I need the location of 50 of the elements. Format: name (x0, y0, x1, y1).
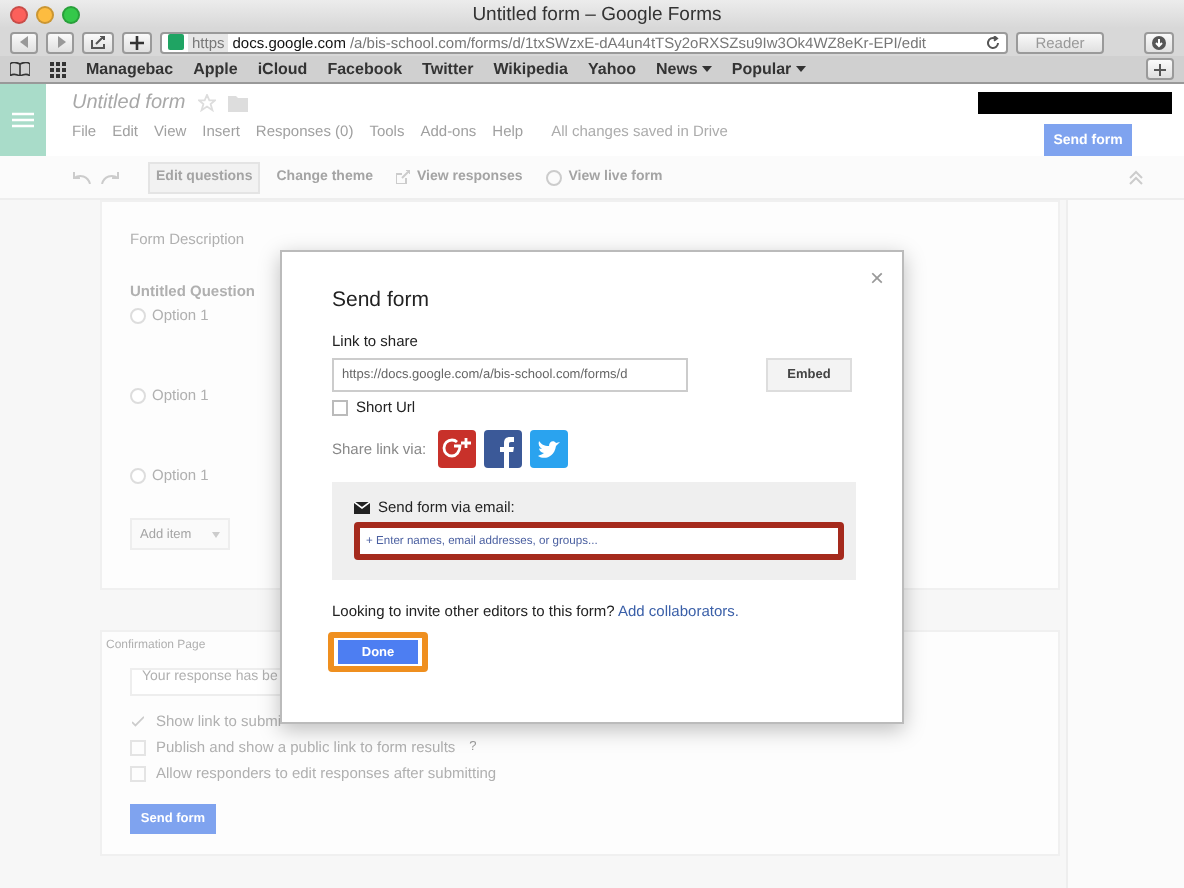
window-title: Untitled form – Google Forms (470, 3, 724, 25)
forms-favicon-icon (168, 34, 184, 50)
close-button[interactable]: × (869, 264, 884, 292)
bookmark-link[interactable]: Yahoo (587, 60, 636, 78)
download-icon (1152, 35, 1166, 49)
new-tab-button[interactable] (122, 31, 152, 53)
add-bookmark-button[interactable] (1146, 58, 1174, 80)
checkbox[interactable] (332, 399, 348, 415)
grid-icon[interactable] (50, 61, 66, 77)
google-plus-icon[interactable] (438, 430, 477, 468)
share-button[interactable] (82, 31, 114, 53)
bookmark-link[interactable]: Facebook (327, 60, 403, 78)
radio-button[interactable] (130, 307, 146, 323)
envelope-icon (354, 501, 370, 513)
minimize-window-button[interactable] (36, 5, 54, 23)
folder-icon[interactable] (227, 95, 248, 111)
bookmark-link[interactable]: Apple (193, 60, 238, 78)
menu-icon (12, 112, 34, 128)
dialog-title: Send form (332, 288, 431, 312)
collapse-icon[interactable] (1128, 169, 1144, 185)
plus-icon (130, 35, 144, 49)
facebook-icon[interactable] (484, 430, 523, 468)
bookmark-link[interactable]: Wikipedia (493, 60, 568, 78)
back-button[interactable] (10, 31, 38, 53)
export-icon (396, 170, 411, 184)
undo-icon[interactable] (72, 171, 92, 183)
caret-icon (795, 66, 806, 72)
close-window-button[interactable] (10, 5, 28, 23)
book-icon[interactable] (10, 62, 30, 76)
downloads-button[interactable] (1144, 31, 1174, 53)
caret-icon (701, 66, 712, 72)
radio-button[interactable] (130, 387, 146, 403)
radio-button[interactable] (130, 467, 146, 483)
form-title[interactable]: Untitled form (72, 92, 186, 114)
back-arrow-icon (19, 36, 29, 48)
caret-icon (212, 531, 220, 537)
plus-icon (1154, 63, 1166, 75)
bookmark-link[interactable]: Managebac (86, 60, 174, 78)
forward-arrow-icon (55, 36, 65, 48)
bookmark-link[interactable]: Twitter (422, 60, 474, 78)
checkmark-icon (132, 715, 144, 728)
zoom-window-button[interactable] (62, 5, 80, 23)
checkbox[interactable] (130, 713, 146, 730)
share-icon (90, 35, 106, 49)
reload-icon[interactable] (986, 35, 1000, 49)
bookmark-link[interactable]: iCloud (257, 60, 308, 78)
bookmark-link[interactable]: News (655, 60, 712, 78)
redo-icon[interactable] (100, 171, 120, 183)
star-icon[interactable] (197, 94, 216, 112)
bookmark-link[interactable]: Popular (731, 60, 806, 78)
